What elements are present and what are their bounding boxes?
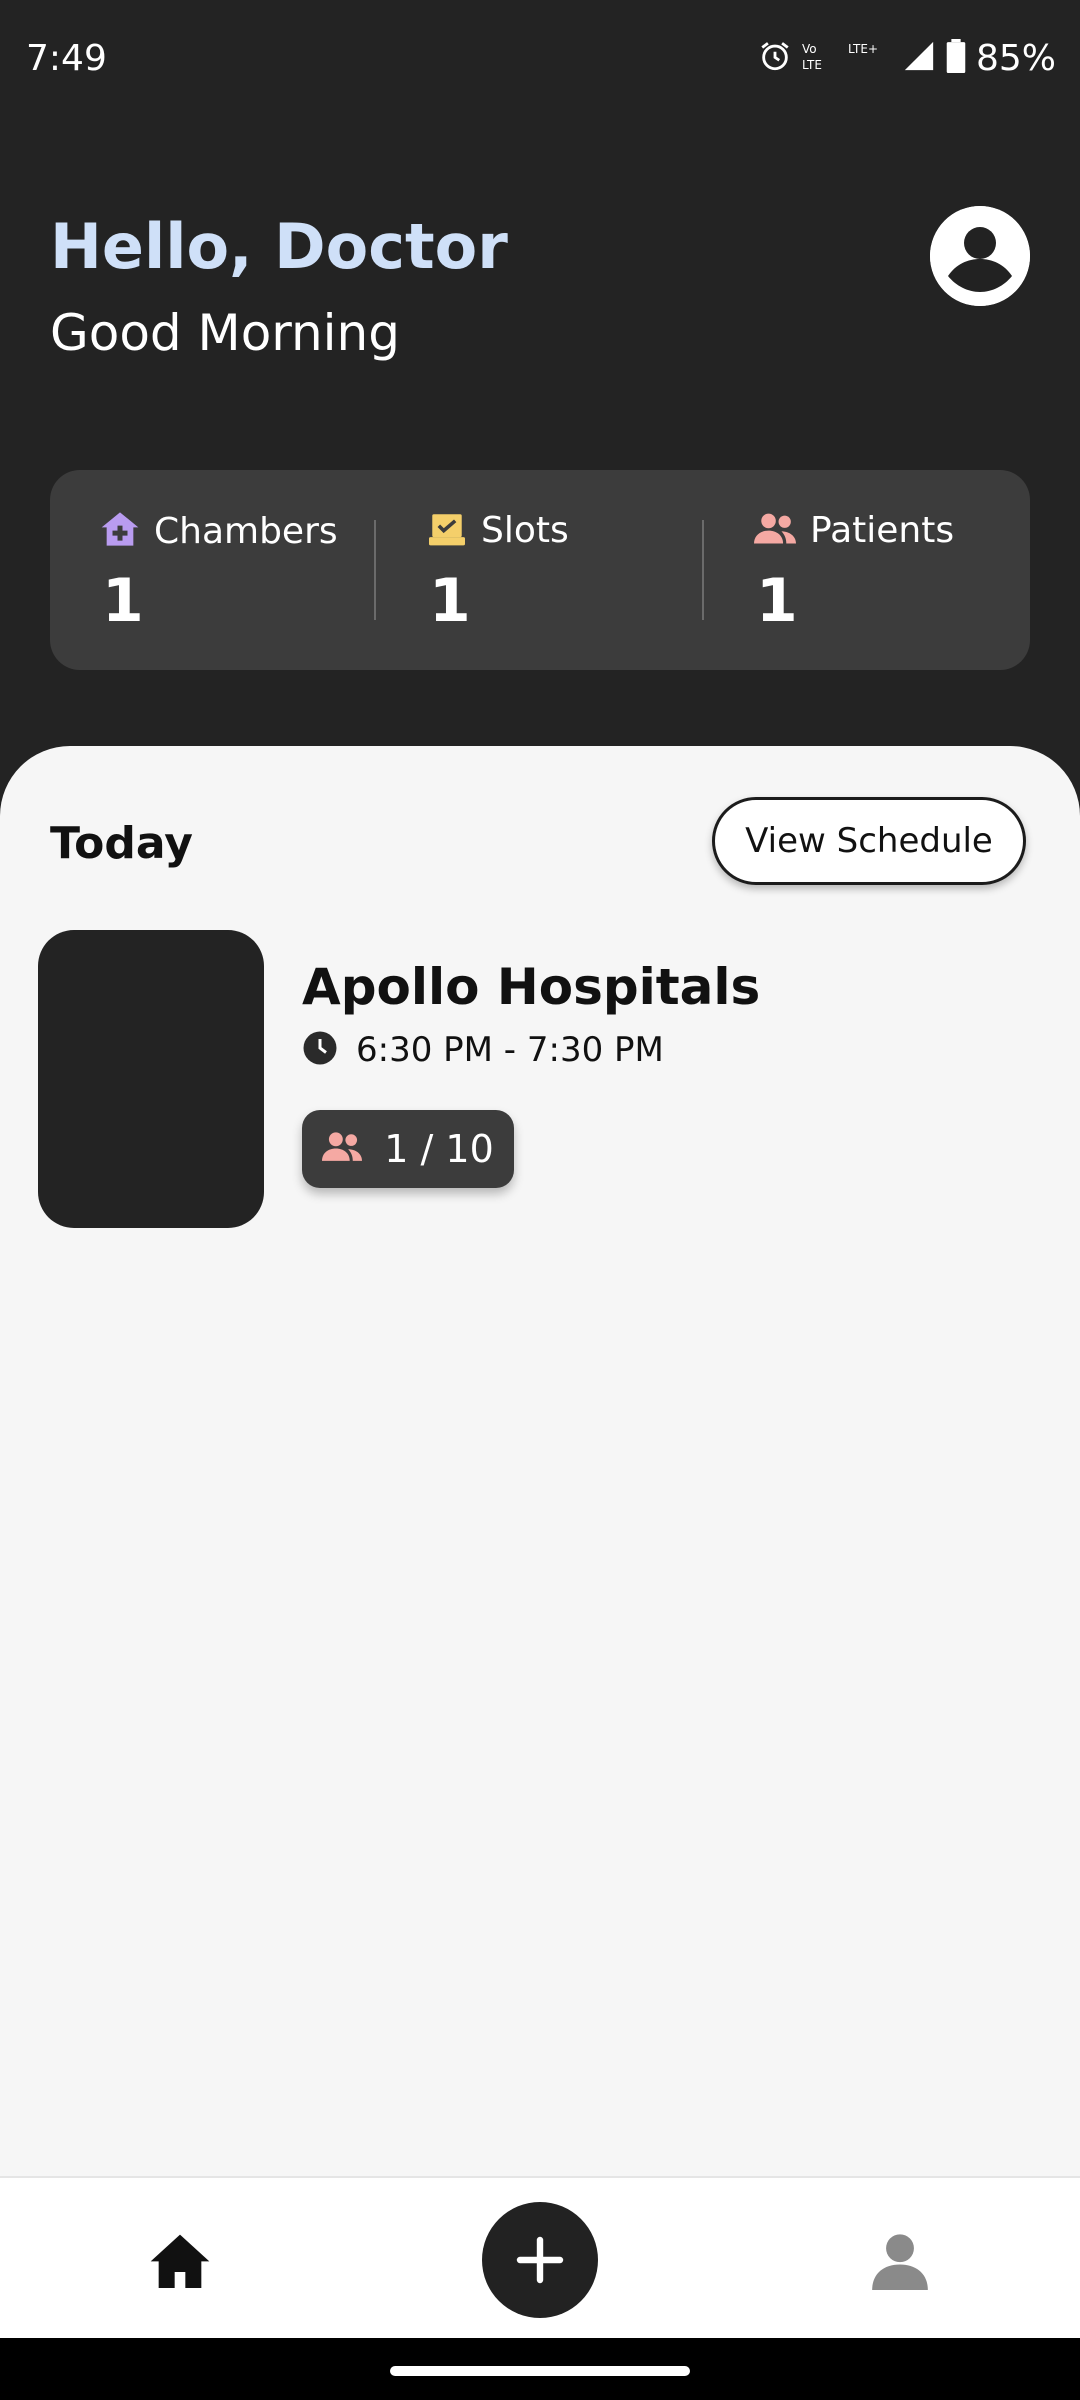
stat-chambers-value: 1	[102, 566, 144, 636]
avatar-button[interactable]	[930, 206, 1030, 306]
system-gesture-area	[0, 2338, 1080, 2400]
status-bar: 7:49 Vo LTE LTE+ 85%	[0, 0, 1080, 128]
greeting-title: Hello, Doctor	[50, 210, 508, 283]
battery-icon	[946, 39, 966, 77]
people-icon	[754, 512, 796, 550]
stat-patients-label: Patients	[810, 510, 955, 551]
people-icon	[322, 1131, 363, 1167]
patient-count-chip[interactable]: 1 / 10	[302, 1110, 514, 1188]
svg-text:Vo: Vo	[802, 42, 817, 56]
profile-icon	[872, 2234, 928, 2290]
stat-chambers: Chambers 1	[50, 470, 375, 670]
gesture-handle[interactable]	[390, 2366, 690, 2376]
calendar-check-icon	[427, 511, 467, 551]
stat-slots-label: Slots	[481, 510, 569, 551]
chamber-name[interactable]: Apollo Hospitals	[302, 958, 760, 1016]
view-schedule-button[interactable]: View Schedule	[712, 797, 1026, 885]
status-time: 7:49	[26, 38, 107, 79]
alarm-icon	[758, 39, 792, 77]
status-icons: Vo LTE LTE+ 85%	[758, 36, 1056, 80]
stat-patients: Patients 1	[704, 470, 1030, 670]
add-icon	[516, 2236, 564, 2284]
greeting-subtitle: Good Morning	[50, 304, 400, 362]
chamber-thumbnail[interactable]	[38, 930, 264, 1228]
lte-icon: LTE+	[848, 39, 892, 77]
stats-card: Chambers 1 Slots 1 Patients 1	[50, 470, 1030, 670]
signal-icon	[902, 39, 936, 77]
chamber-time: 6:30 PM - 7:30 PM	[356, 1030, 664, 1070]
stat-slots: Slots 1	[377, 470, 702, 670]
home-icon	[150, 2234, 210, 2288]
nav-home-button[interactable]	[148, 2232, 212, 2288]
patient-count: 1 / 10	[384, 1127, 494, 1171]
nav-add-button[interactable]	[482, 2202, 598, 2318]
nav-profile-button[interactable]	[872, 2232, 928, 2290]
battery-percent: 85%	[975, 37, 1056, 79]
clock-icon	[302, 1030, 338, 1070]
volte-icon: Vo LTE	[802, 39, 838, 77]
hospital-icon	[100, 510, 140, 552]
stat-patients-value: 1	[756, 566, 798, 636]
today-heading: Today	[50, 818, 193, 869]
bottom-navigation	[0, 2176, 1080, 2338]
stat-slots-value: 1	[429, 566, 471, 636]
account-circle-icon	[930, 206, 1030, 306]
svg-text:LTE+: LTE+	[848, 42, 878, 56]
stat-divider	[374, 520, 376, 620]
stat-chambers-label: Chambers	[154, 510, 338, 552]
svg-text:LTE: LTE	[802, 58, 822, 72]
chamber-time-row: 6:30 PM - 7:30 PM	[302, 1030, 664, 1070]
